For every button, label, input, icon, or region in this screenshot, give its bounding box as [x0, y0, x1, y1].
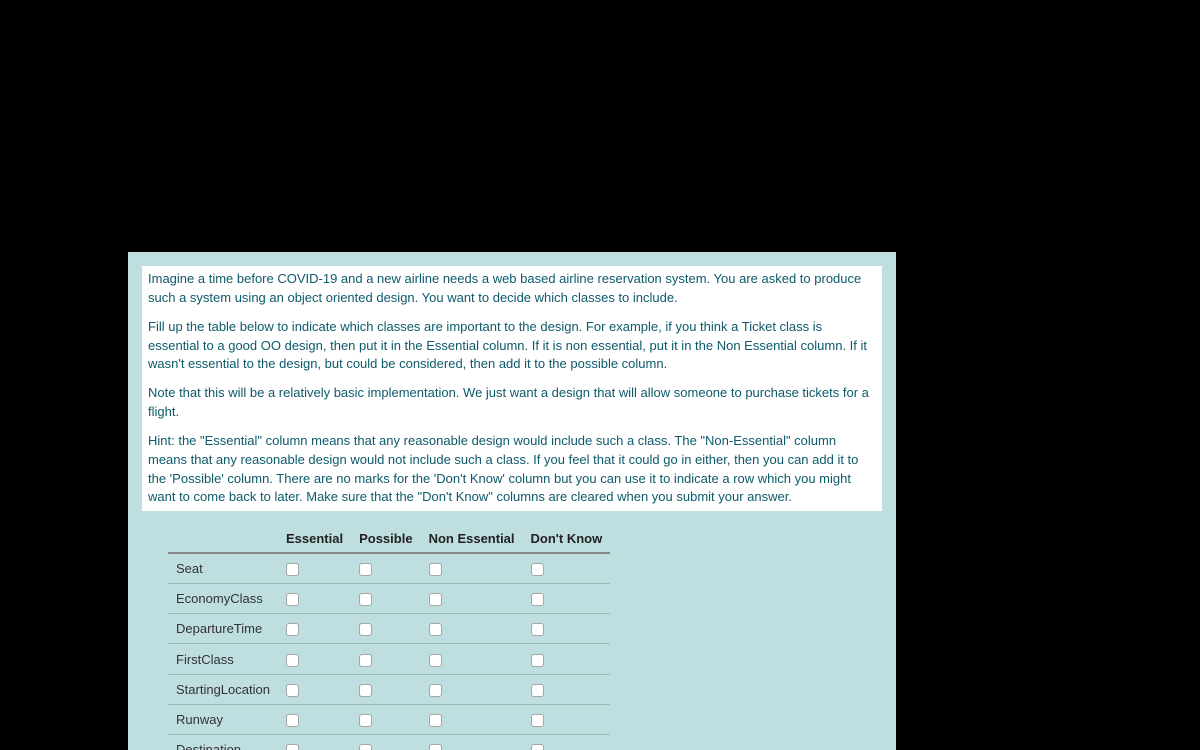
- checkbox-cell: [523, 553, 611, 584]
- checkbox-cell: [523, 644, 611, 674]
- checkbox-cell: [351, 734, 420, 750]
- row-label: Destination: [168, 734, 278, 750]
- checkbox-cell: [523, 674, 611, 704]
- question-paragraph: Hint: the "Essential" column means that …: [148, 432, 876, 507]
- row-label: FirstClass: [168, 644, 278, 674]
- table-header-nonessential: Non Essential: [421, 527, 523, 553]
- table-row: Seat: [168, 553, 610, 584]
- question-paragraph: Imagine a time before COVID-19 and a new…: [148, 270, 876, 308]
- classification-checkbox[interactable]: [359, 593, 372, 606]
- classification-checkbox[interactable]: [531, 563, 544, 576]
- question-paragraph: Note that this will be a relatively basi…: [148, 384, 876, 422]
- classification-checkbox[interactable]: [429, 684, 442, 697]
- checkbox-cell: [523, 614, 611, 644]
- checkbox-cell: [278, 614, 351, 644]
- classification-checkbox[interactable]: [429, 593, 442, 606]
- checkbox-cell: [278, 553, 351, 584]
- checkbox-cell: [351, 644, 420, 674]
- classification-table-wrap: Essential Possible Non Essential Don't K…: [142, 523, 882, 750]
- row-label: Seat: [168, 553, 278, 584]
- checkbox-cell: [421, 584, 523, 614]
- checkbox-cell: [351, 614, 420, 644]
- checkbox-cell: [351, 553, 420, 584]
- table-row: DepartureTime: [168, 614, 610, 644]
- checkbox-cell: [523, 734, 611, 750]
- table-header-blank: [168, 527, 278, 553]
- table-header-essential: Essential: [278, 527, 351, 553]
- checkbox-cell: [278, 704, 351, 734]
- checkbox-cell: [421, 704, 523, 734]
- row-label: Runway: [168, 704, 278, 734]
- question-text-block: Imagine a time before COVID-19 and a new…: [142, 266, 882, 511]
- table-header-possible: Possible: [351, 527, 420, 553]
- question-paragraph: Fill up the table below to indicate whic…: [148, 318, 876, 375]
- classification-checkbox[interactable]: [286, 654, 299, 667]
- checkbox-cell: [523, 704, 611, 734]
- classification-checkbox[interactable]: [531, 654, 544, 667]
- checkbox-cell: [421, 644, 523, 674]
- classification-checkbox[interactable]: [286, 593, 299, 606]
- checkbox-cell: [523, 584, 611, 614]
- checkbox-cell: [278, 644, 351, 674]
- classification-checkbox[interactable]: [286, 714, 299, 727]
- table-row: Runway: [168, 704, 610, 734]
- classification-checkbox[interactable]: [531, 593, 544, 606]
- classification-checkbox[interactable]: [429, 744, 442, 750]
- classification-checkbox[interactable]: [359, 563, 372, 576]
- checkbox-cell: [421, 553, 523, 584]
- checkbox-cell: [278, 734, 351, 750]
- classification-checkbox[interactable]: [531, 744, 544, 750]
- row-label: DepartureTime: [168, 614, 278, 644]
- checkbox-cell: [421, 674, 523, 704]
- classification-table: Essential Possible Non Essential Don't K…: [168, 527, 610, 750]
- classification-checkbox[interactable]: [286, 563, 299, 576]
- row-label: EconomyClass: [168, 584, 278, 614]
- classification-checkbox[interactable]: [286, 684, 299, 697]
- checkbox-cell: [421, 734, 523, 750]
- row-label: StartingLocation: [168, 674, 278, 704]
- table-row: FirstClass: [168, 644, 610, 674]
- classification-checkbox[interactable]: [531, 714, 544, 727]
- classification-checkbox[interactable]: [429, 623, 442, 636]
- checkbox-cell: [351, 674, 420, 704]
- classification-checkbox[interactable]: [531, 623, 544, 636]
- checkbox-cell: [278, 674, 351, 704]
- classification-checkbox[interactable]: [429, 654, 442, 667]
- question-panel: Imagine a time before COVID-19 and a new…: [128, 252, 896, 750]
- table-row: Destination: [168, 734, 610, 750]
- classification-checkbox[interactable]: [429, 563, 442, 576]
- checkbox-cell: [351, 584, 420, 614]
- classification-checkbox[interactable]: [429, 714, 442, 727]
- classification-checkbox[interactable]: [531, 684, 544, 697]
- table-row: StartingLocation: [168, 674, 610, 704]
- classification-checkbox[interactable]: [286, 744, 299, 750]
- classification-checkbox[interactable]: [359, 684, 372, 697]
- checkbox-cell: [278, 584, 351, 614]
- classification-checkbox[interactable]: [359, 654, 372, 667]
- classification-checkbox[interactable]: [359, 623, 372, 636]
- classification-checkbox[interactable]: [359, 714, 372, 727]
- table-header-dontknow: Don't Know: [523, 527, 611, 553]
- classification-checkbox[interactable]: [286, 623, 299, 636]
- checkbox-cell: [351, 704, 420, 734]
- table-row: EconomyClass: [168, 584, 610, 614]
- checkbox-cell: [421, 614, 523, 644]
- classification-checkbox[interactable]: [359, 744, 372, 750]
